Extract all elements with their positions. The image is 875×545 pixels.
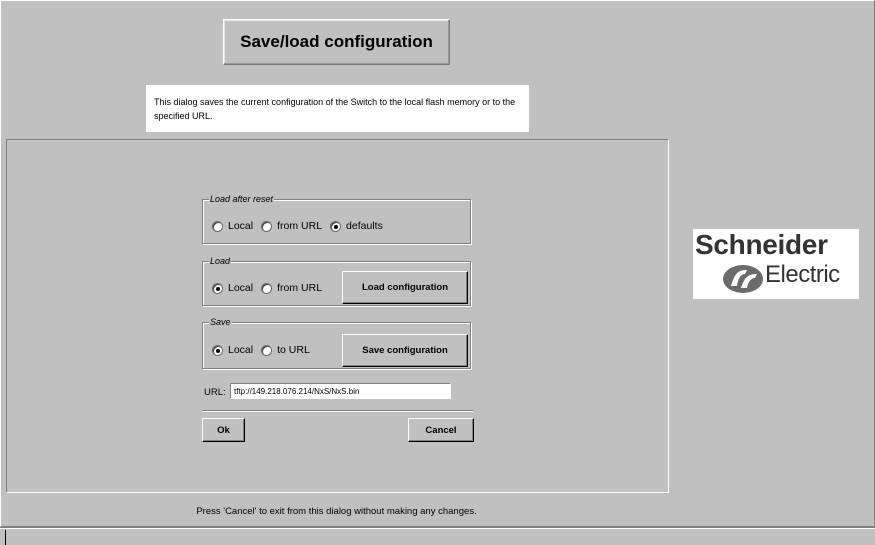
radio-circle[interactable] <box>261 282 273 294</box>
status-bar <box>0 527 875 545</box>
description-panel: This dialog saves the current configurat… <box>146 85 529 132</box>
main-panel <box>6 139 669 493</box>
radio-label: Local <box>228 282 254 294</box>
save-options: Local to URL <box>212 344 318 356</box>
logo-icon <box>723 265 763 293</box>
radio-load-local[interactable]: Local <box>212 282 253 294</box>
radio-label: from URL <box>277 282 323 294</box>
radio-load-after-reset-from-url[interactable]: from URL <box>261 220 322 232</box>
divider <box>202 410 473 412</box>
logo-text-line2: Electric <box>765 261 840 288</box>
load-after-reset-options: Local from URL defaults <box>212 220 391 232</box>
page-title: Save/load configuration <box>223 19 450 65</box>
load-legend: Load <box>209 255 232 267</box>
status-bar-edge <box>5 530 6 545</box>
radio-label: Local <box>228 220 254 232</box>
load-after-reset-legend: Load after reset <box>209 193 275 205</box>
save-legend: Save <box>209 316 232 328</box>
cancel-button[interactable]: Cancel <box>408 418 474 442</box>
ok-button[interactable]: Ok <box>202 418 245 442</box>
radio-circle-checked[interactable] <box>212 344 223 356</box>
radio-circle[interactable] <box>261 344 273 356</box>
radio-label: defaults <box>346 220 383 232</box>
radio-circle-checked[interactable] <box>212 282 223 294</box>
radio-load-after-reset-local[interactable]: Local <box>212 220 253 232</box>
url-label: URL: <box>204 387 226 398</box>
url-input[interactable] <box>230 383 451 399</box>
radio-save-local[interactable]: Local <box>212 344 253 356</box>
description-text: This dialog saves the current configurat… <box>154 97 516 121</box>
load-configuration-button[interactable]: Load configuration <box>342 271 468 304</box>
load-options: Local from URL <box>212 282 330 294</box>
radio-circle-checked[interactable] <box>330 220 342 232</box>
radio-save-to-url[interactable]: to URL <box>261 344 310 356</box>
save-configuration-button[interactable]: Save configuration <box>342 334 468 367</box>
radio-label: to URL <box>277 344 310 356</box>
radio-load-after-reset-defaults[interactable]: defaults <box>330 220 383 232</box>
radio-circle[interactable] <box>261 220 273 232</box>
radio-label: Local <box>228 344 254 356</box>
page-title-text: Save/load configuration <box>240 32 433 51</box>
radio-load-from-url[interactable]: from URL <box>261 282 322 294</box>
footer-hint: Press 'Cancel' to exit from this dialog … <box>196 506 477 517</box>
schneider-electric-logo: Schneider Electric <box>693 229 859 299</box>
logo-text-line1: Schneider <box>695 229 828 260</box>
radio-label: from URL <box>277 220 323 232</box>
radio-circle[interactable] <box>212 220 223 232</box>
load-after-reset-group: Load after reset Local from URL defaults <box>202 193 471 244</box>
